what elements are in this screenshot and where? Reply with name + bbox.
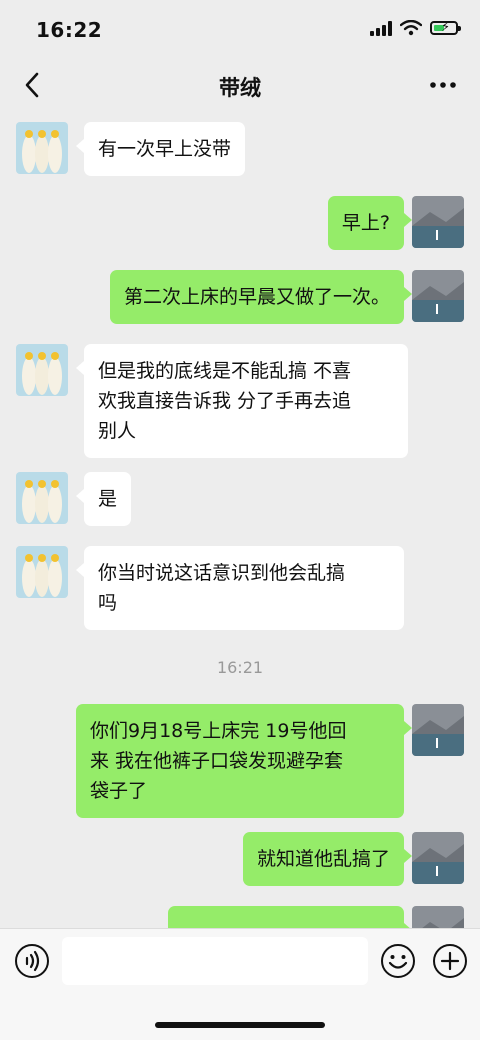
message-input[interactable] <box>62 937 368 985</box>
message-bubble-incoming[interactable]: 是 <box>75 472 132 526</box>
message-bubble-incoming[interactable]: 但是我的底线是不能乱搞 不喜 欢我直接告诉我 分了手再去追 别人 <box>76 344 408 458</box>
message-text-line: 但是我的底线是不能乱搞 不喜 <box>98 360 352 382</box>
message-text-line: 别人 <box>98 420 137 442</box>
voice-icon[interactable] <box>14 943 50 979</box>
message-bubble-outgoing[interactable]: 第二次上床的早晨又做了一次。 <box>109 270 413 324</box>
message-text: 就知道他乱搞了 <box>256 848 390 870</box>
message-bubble-outgoing[interactable]: 早上? <box>327 196 413 250</box>
status-bar: 16:22 ⚡ <box>0 0 480 60</box>
message-text: 是 <box>98 488 118 510</box>
contact-avatar[interactable] <box>16 546 68 598</box>
contact-avatar[interactable] <box>16 472 68 524</box>
my-avatar[interactable] <box>412 906 464 928</box>
message-text: 早上? <box>341 212 390 234</box>
battery-icon: ⚡ <box>430 20 461 35</box>
timestamp: 16:21 <box>216 658 264 677</box>
my-avatar[interactable] <box>412 196 464 248</box>
input-bar <box>0 928 480 1040</box>
message-bubble-outgoing-partial[interactable] <box>168 906 412 928</box>
message-bubble-incoming[interactable]: 有一次早上没带 <box>75 122 246 176</box>
contact-avatar[interactable] <box>16 344 68 396</box>
message-text-line: 欢我直接告诉我 分了手再去追 <box>98 390 352 412</box>
contact-avatar[interactable] <box>16 122 68 174</box>
message-text-line: 吗 <box>98 592 118 614</box>
message-text-line: 来 我在他裤子口袋发现避孕套 <box>90 750 344 772</box>
my-avatar[interactable] <box>412 704 464 756</box>
message-bubble-incoming[interactable]: 你当时说这话意识到他会乱搞 吗 <box>76 546 404 630</box>
home-indicator <box>155 1022 325 1028</box>
message-text-line: 你们9月18号上床完 19号他回 <box>90 720 347 742</box>
message-text-line: 袋子了 <box>90 780 148 802</box>
plus-icon[interactable] <box>432 943 468 979</box>
my-avatar[interactable] <box>412 832 464 884</box>
status-icons: ⚡ <box>370 20 461 36</box>
chat-header: 带绒 <box>0 60 480 112</box>
wifi-icon <box>400 20 422 36</box>
message-text: 有一次早上没带 <box>98 138 232 160</box>
my-avatar[interactable] <box>412 270 464 322</box>
status-time: 16:22 <box>36 18 103 42</box>
emoji-icon[interactable] <box>380 943 416 979</box>
cellular-signal-icon <box>370 20 392 36</box>
message-bubble-outgoing[interactable]: 你们9月18号上床完 19号他回 来 我在他裤子口袋发现避孕套 袋子了 <box>76 704 412 818</box>
message-text-line: 你当时说这话意识到他会乱搞 <box>98 562 346 584</box>
message-list[interactable]: 有一次早上没带 早上? 第二次上床的早晨又做了一次。 但是我的底线是不能乱搞 不… <box>0 112 480 928</box>
message-bubble-outgoing[interactable]: 就知道他乱搞了 <box>242 832 413 886</box>
more-dots-icon[interactable] <box>428 72 458 98</box>
message-text: 第二次上床的早晨又做了一次。 <box>123 286 390 308</box>
chat-title: 带绒 <box>219 76 261 100</box>
